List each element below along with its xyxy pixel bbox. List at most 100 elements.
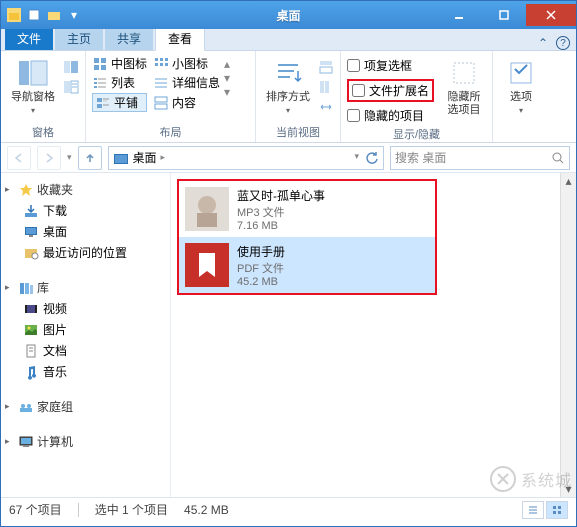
list-icon (92, 75, 108, 91)
chevron-right-icon[interactable]: ▸ (161, 152, 166, 163)
qat-newfolder-icon[interactable] (45, 6, 63, 24)
app-icon (5, 6, 23, 24)
minimize-button[interactable] (436, 4, 481, 26)
add-columns-button[interactable] (318, 79, 334, 95)
file-item[interactable]: 蓝又时-孤单心事 MP3 文件 7.16 MB (179, 181, 435, 237)
qat-dropdown-icon[interactable]: ▾ (65, 6, 83, 24)
view-thumbnails-button[interactable] (546, 501, 568, 519)
nav-recent[interactable]: 最近访问的位置 (5, 242, 166, 263)
layout-content[interactable]: 内容 (153, 93, 220, 112)
ribbon-group-showhide: 项复选框 文件扩展名 隐藏的项目 隐藏所 选项目 显示/隐藏 (341, 51, 493, 142)
layout-more[interactable]: ▾ (224, 85, 230, 99)
details-pane-button[interactable] (63, 79, 79, 95)
layout-tiles[interactable]: 平铺 (92, 93, 147, 112)
videos-icon (23, 301, 39, 317)
watermark: 系统城 (489, 465, 572, 493)
ribbon-help-area: ⌃ ? (538, 36, 576, 50)
nav-pictures[interactable]: 图片 (5, 319, 166, 340)
qat-properties-icon[interactable] (25, 6, 43, 24)
homegroup-icon (18, 399, 34, 415)
search-placeholder: 搜索 桌面 (395, 149, 551, 166)
forward-button[interactable] (37, 146, 61, 170)
tab-view[interactable]: 查看 (155, 26, 205, 51)
sort-by-button[interactable]: 排序方式 ▾ (262, 55, 314, 117)
nav-favorites[interactable]: ▸收藏夹 (5, 179, 166, 200)
nav-music[interactable]: 音乐 (5, 361, 166, 382)
ribbon-tabs: 文件 主页 共享 查看 ⌃ ? (1, 29, 576, 51)
help-icon[interactable]: ? (556, 36, 570, 50)
autosize-icon (318, 99, 334, 115)
filename-ext-checkbox[interactable] (352, 84, 365, 97)
scroll-up-icon[interactable]: ▴ (561, 173, 576, 189)
breadcrumb-location[interactable]: 桌面 (133, 149, 157, 166)
file-group-highlight: 蓝又时-孤单心事 MP3 文件 7.16 MB 使用手册 PDF 文件 45.2… (177, 179, 437, 295)
file-list-pane[interactable]: 蓝又时-孤单心事 MP3 文件 7.16 MB 使用手册 PDF 文件 45.2… (171, 173, 576, 497)
collapse-icon: ▸ (5, 436, 15, 447)
preview-pane-icon (63, 59, 79, 75)
options-button[interactable]: 选项 ▾ (499, 55, 543, 117)
pictures-icon (23, 322, 39, 338)
nav-downloads[interactable]: 下载 (5, 200, 166, 221)
layout-scroll-down[interactable]: ▾ (224, 71, 230, 85)
ribbon-group-panes: 导航窗格 ▾ 窗格 (1, 51, 86, 142)
ribbon-group-options: 选项 ▾ (493, 51, 549, 142)
tab-home[interactable]: 主页 (55, 27, 103, 50)
layout-list[interactable]: 列表 (92, 74, 147, 91)
layout-small-icons[interactable]: 小图标 (153, 55, 220, 72)
breadcrumb-dropdown[interactable]: ▾ (350, 151, 363, 165)
item-checkboxes-checkbox[interactable] (347, 59, 360, 72)
details-pane-icon (63, 79, 79, 95)
collapse-icon: ▸ (5, 401, 15, 412)
nav-computer[interactable]: ▸计算机 (5, 431, 166, 452)
tab-share[interactable]: 共享 (105, 27, 153, 50)
body: ▸收藏夹 下载 桌面 最近访问的位置 ▸库 视频 图片 文档 音乐 ▸家庭组 ▸… (1, 173, 576, 497)
maximize-button[interactable] (481, 4, 526, 26)
file-type: MP3 文件 (237, 204, 325, 220)
search-icon (551, 151, 565, 165)
nav-libraries[interactable]: ▸库 (5, 277, 166, 298)
hide-selected-button[interactable]: 隐藏所 选项目 (442, 55, 486, 119)
computer-icon (18, 434, 34, 450)
status-size: 45.2 MB (184, 503, 229, 517)
size-columns-button[interactable] (318, 99, 334, 115)
scrollbar[interactable]: ▴ ▾ (560, 173, 576, 497)
hidden-items-toggle[interactable]: 隐藏的项目 (347, 107, 434, 124)
breadcrumb[interactable]: 桌面 ▸ ▾ (108, 146, 384, 170)
chevron-down-icon: ▾ (519, 106, 523, 115)
qat: ▾ (1, 6, 83, 24)
tab-file[interactable]: 文件 (5, 27, 53, 50)
ribbon-group-current-view: 排序方式 ▾ 当前视图 (256, 51, 341, 142)
close-button[interactable] (526, 4, 576, 26)
refresh-button[interactable] (365, 151, 379, 165)
file-item[interactable]: 使用手册 PDF 文件 45.2 MB (179, 237, 435, 293)
view-details-button[interactable] (522, 501, 544, 519)
options-icon (505, 57, 537, 89)
collapse-ribbon-icon[interactable]: ⌃ (538, 36, 548, 50)
layout-details[interactable]: 详细信息 (153, 74, 220, 91)
nav-pane-button[interactable]: 导航窗格 ▾ (7, 55, 59, 117)
item-checkboxes-toggle[interactable]: 项复选框 (347, 57, 434, 74)
navigation-pane[interactable]: ▸收藏夹 下载 桌面 最近访问的位置 ▸库 视频 图片 文档 音乐 ▸家庭组 ▸… (1, 173, 171, 497)
nav-documents[interactable]: 文档 (5, 340, 166, 361)
layout-scroll-up[interactable]: ▴ (224, 57, 230, 71)
file-name: 蓝又时-孤单心事 (237, 187, 325, 204)
ribbon-group-layout: 中图标 小图标 列表 详细信息 平铺 内容 ▴▾▾ 布局 (86, 51, 256, 142)
hidden-items-checkbox[interactable] (347, 109, 360, 122)
nav-homegroup[interactable]: ▸家庭组 (5, 396, 166, 417)
layout-medium-icons[interactable]: 中图标 (92, 55, 147, 72)
preview-pane-button[interactable] (63, 59, 79, 75)
back-button[interactable] (7, 146, 31, 170)
nav-desktop[interactable]: 桌面 (5, 221, 166, 242)
libraries-icon (18, 280, 34, 296)
group-by-button[interactable] (318, 59, 334, 75)
search-box[interactable]: 搜索 桌面 (390, 146, 570, 170)
history-dropdown[interactable]: ▾ (67, 152, 72, 163)
status-selection: 选中 1 个项目 (95, 501, 168, 518)
filename-ext-toggle[interactable]: 文件扩展名 (352, 82, 429, 99)
window-controls (436, 4, 576, 26)
collapse-icon: ▸ (5, 184, 15, 195)
up-button[interactable] (78, 146, 102, 170)
hide-selected-icon (448, 57, 480, 89)
titlebar: ▾ 桌面 (1, 1, 576, 29)
nav-videos[interactable]: 视频 (5, 298, 166, 319)
